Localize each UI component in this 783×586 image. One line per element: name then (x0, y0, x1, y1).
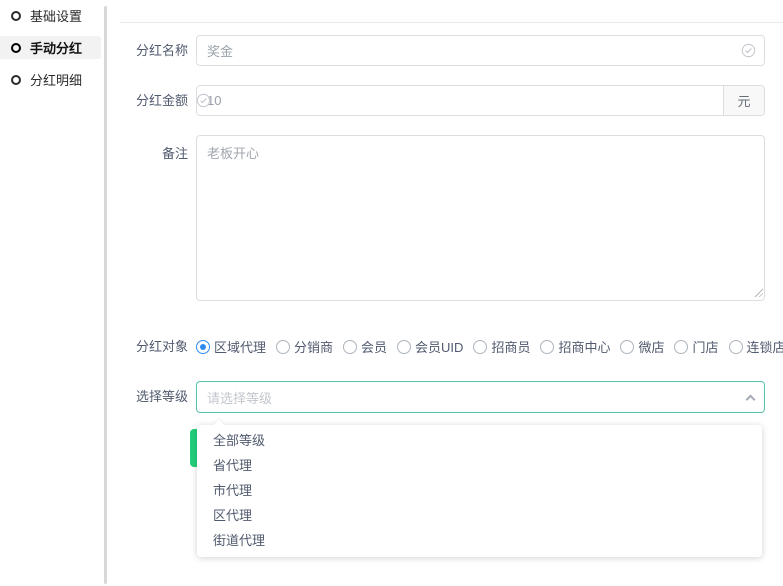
content-top-divider (120, 22, 783, 23)
amount-input-group: 元 (196, 85, 765, 116)
radio-招商员[interactable]: 招商员 (473, 337, 530, 356)
radio-icon (343, 340, 357, 354)
circle-icon (11, 43, 21, 53)
chevron-up-icon (746, 395, 756, 405)
dropdown-option-市代理[interactable]: 市代理 (197, 478, 762, 503)
radio-区域代理[interactable]: 区域代理 (196, 337, 266, 356)
radio-icon (397, 340, 411, 354)
radio-label: 招商中心 (558, 337, 610, 356)
radio-label: 微店 (638, 337, 664, 356)
sidebar-item-label: 基础设置 (30, 6, 82, 25)
radio-icon (540, 340, 554, 354)
level-dropdown: 全部等级省代理市代理区代理街道代理 (197, 425, 762, 557)
amount-label: 分红金额 (130, 85, 188, 116)
radio-门店[interactable]: 门店 (674, 337, 718, 356)
form-row-level: 选择等级 请选择等级 (130, 381, 765, 413)
form-row-name: 分红名称 (130, 35, 765, 66)
dropdown-option-省代理[interactable]: 省代理 (197, 453, 762, 478)
level-select[interactable]: 请选择等级 (196, 381, 765, 413)
page: 基础设置手动分红分红明细 分红名称 分红金额 元 备注 (0, 0, 783, 586)
radio-icon (674, 340, 688, 354)
form-row-target: 分红对象 区域代理分销商会员会员UID招商员招商中心微店门店连锁店供应商 (130, 339, 765, 354)
radio-icon (196, 340, 210, 354)
radio-微店[interactable]: 微店 (620, 337, 664, 356)
sidebar-item-基础设置[interactable]: 基础设置 (0, 4, 101, 27)
name-label: 分红名称 (130, 35, 188, 66)
radio-连锁店[interactable]: 连锁店 (729, 337, 783, 356)
radio-icon (473, 340, 487, 354)
sidebar-item-手动分红[interactable]: 手动分红 (0, 36, 101, 59)
radio-会员[interactable]: 会员 (343, 337, 387, 356)
radio-label: 会员 (361, 337, 387, 356)
radio-icon (620, 340, 634, 354)
radio-label: 门店 (692, 337, 718, 356)
dropdown-option-区代理[interactable]: 区代理 (197, 503, 762, 528)
radio-label: 区域代理 (214, 337, 266, 356)
dropdown-option-街道代理[interactable]: 街道代理 (197, 528, 762, 553)
radio-label: 连锁店 (747, 337, 783, 356)
circle-icon (11, 11, 21, 21)
form-row-amount: 分红金额 元 (130, 85, 765, 116)
amount-unit-addon: 元 (723, 86, 764, 115)
form-row-remark: 备注 老板开心 (130, 135, 765, 301)
radio-label: 招商员 (491, 337, 530, 356)
remark-label: 备注 (130, 135, 188, 301)
sidebar-item-分红明细[interactable]: 分红明细 (0, 68, 101, 91)
sidebar-scrollbar[interactable] (104, 6, 107, 584)
name-input[interactable] (196, 35, 765, 66)
radio-招商中心[interactable]: 招商中心 (540, 337, 610, 356)
radio-label: 会员UID (415, 337, 463, 356)
level-select-placeholder: 请选择等级 (207, 388, 272, 407)
remark-textarea[interactable]: 老板开心 (196, 135, 765, 301)
radio-分销商[interactable]: 分销商 (276, 337, 333, 356)
target-label: 分红对象 (130, 339, 188, 354)
radio-icon (729, 340, 743, 354)
sidebar: 基础设置手动分红分红明细 (0, 4, 101, 100)
circle-icon (11, 75, 21, 85)
radio-icon (276, 340, 290, 354)
level-label: 选择等级 (130, 381, 188, 413)
sidebar-item-label: 手动分红 (30, 38, 82, 57)
radio-label: 分销商 (294, 337, 333, 356)
dropdown-option-全部等级[interactable]: 全部等级 (197, 428, 762, 453)
target-radio-group: 区域代理分销商会员会员UID招商员招商中心微店门店连锁店供应商 (196, 339, 783, 354)
radio-会员UID[interactable]: 会员UID (397, 337, 463, 356)
sidebar-item-label: 分红明细 (30, 70, 82, 89)
amount-input[interactable] (197, 86, 723, 115)
